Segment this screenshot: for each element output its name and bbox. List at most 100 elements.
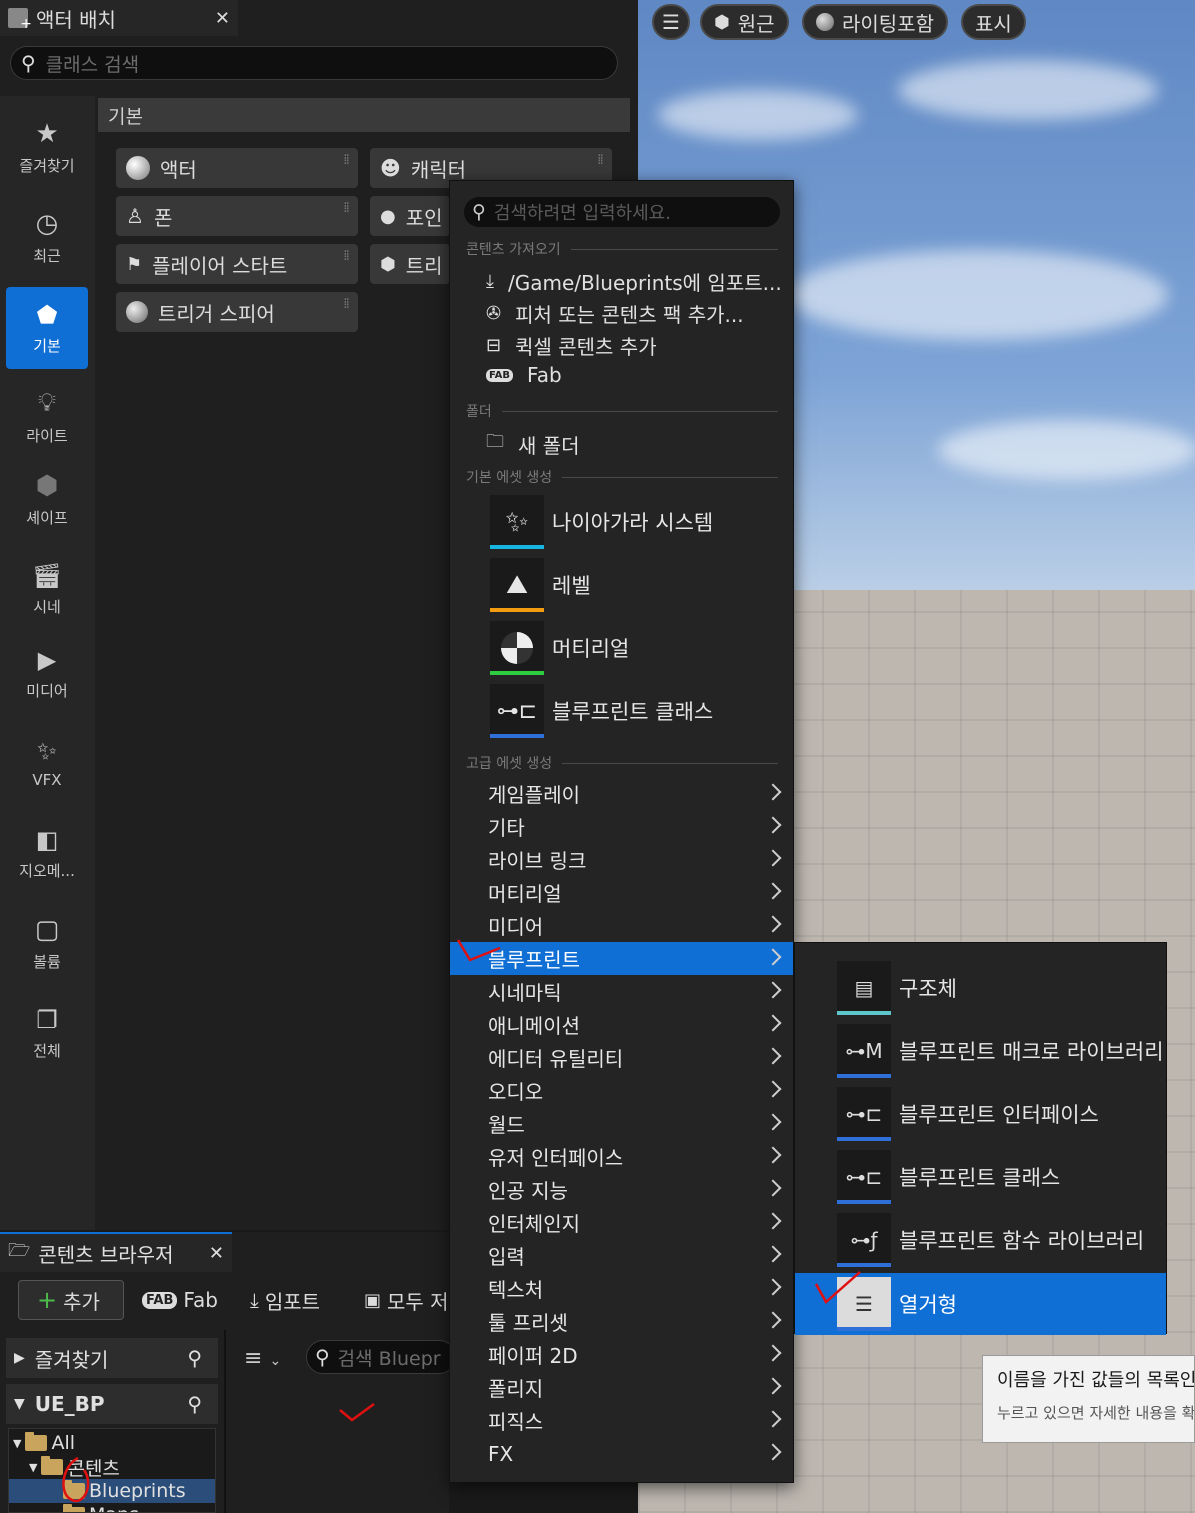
advanced-category-item[interactable]: 블루프린트	[450, 942, 793, 975]
advanced-category-item[interactable]: 유저 인터페이스	[450, 1140, 793, 1173]
close-icon[interactable]: ✕	[209, 1243, 224, 1264]
advanced-category-item[interactable]: 텍스처	[450, 1272, 793, 1305]
actor-item-trigger-sphere[interactable]: 트리거 스피어 ⁞⁞	[116, 292, 358, 332]
advanced-category-item[interactable]: 게임플레이	[450, 777, 793, 810]
advanced-category-item[interactable]: 폴리지	[450, 1371, 793, 1404]
import-label: 임포트	[264, 1289, 321, 1314]
submenu-item[interactable]: ▤ 구조체	[795, 957, 1166, 1019]
advanced-category-item[interactable]: FX	[450, 1437, 793, 1470]
tree-row-all[interactable]: ▼ All	[13, 1431, 75, 1455]
nav-cinematic[interactable]: 🎬︎ 시네	[6, 548, 88, 630]
menu-item-label: 에디터 유틸리티	[488, 1047, 624, 1071]
lit-button[interactable]: 라이팅포함	[802, 4, 948, 40]
menu-item-blueprint-class[interactable]: ⊶⊏ 블루프린트 클래스	[490, 682, 713, 740]
nav-all[interactable]: ❐ 전체	[6, 992, 88, 1074]
nav-favorites[interactable]: ★ 즐겨찾기	[6, 106, 88, 188]
menu-item-quixel[interactable]: ⊟ 퀵셀 콘텐츠 추가	[486, 331, 657, 360]
advanced-category-item[interactable]: 머티리얼	[450, 876, 793, 909]
advanced-category-item[interactable]: 라이브 링크	[450, 843, 793, 876]
search-icon[interactable]: ⚲	[187, 1392, 202, 1416]
advanced-category-item[interactable]: 기타	[450, 810, 793, 843]
shapes-icon: ⬟	[36, 300, 58, 329]
sphere-icon	[126, 156, 150, 180]
chevron-right-icon	[764, 981, 782, 999]
viewport-menu-button[interactable]: ☰	[652, 4, 690, 40]
tree-row-content[interactable]: ▼ 콘텐츠	[29, 1455, 120, 1480]
asset-search-input[interactable]: ⚲ 검색 Bluepr	[306, 1340, 456, 1374]
advanced-category-item[interactable]: 오디오	[450, 1074, 793, 1107]
close-icon[interactable]: ✕	[215, 8, 230, 29]
menu-item-label: 블루프린트 클래스	[552, 700, 714, 724]
menu-item-fab[interactable]: FAB Fab	[486, 363, 562, 387]
nav-recent[interactable]: ◷ 최근	[6, 196, 88, 278]
save-all-button[interactable]: ▣ 모두 저	[364, 1280, 449, 1320]
menu-item-material[interactable]: 머티리얼	[490, 619, 629, 677]
nav-geometry[interactable]: ◧ 지오메...	[6, 812, 88, 894]
perspective-button[interactable]: ⬢ 원근	[700, 4, 789, 40]
menu-item-label: 유저 인터페이스	[488, 1146, 624, 1170]
advanced-category-item[interactable]: 월드	[450, 1107, 793, 1140]
content-browser-tab[interactable]: 🗁︎ 콘텐츠 브라우저 ✕	[0, 1232, 232, 1272]
actor-item-pawn[interactable]: ♙ 폰 ⁞⁞	[116, 196, 358, 236]
quixel-icon: ⊟	[486, 335, 502, 356]
submenu-item[interactable]: ⊶M 블루프린트 매크로 라이브러리	[795, 1020, 1166, 1082]
nav-volumes[interactable]: ▢ 볼륨	[6, 902, 88, 984]
drag-handle-icon[interactable]: ⁞⁞	[343, 153, 350, 167]
tree-row-maps[interactable]: Maps	[63, 1503, 139, 1512]
actor-label: 폰	[153, 205, 173, 230]
place-actors-tab[interactable]: + 액터 배치 ✕	[0, 0, 238, 36]
tooltip-hint: 누르고 있으면 자세한 내용을 확	[997, 1404, 1195, 1422]
menu-item-label: 게임플레이	[488, 783, 580, 807]
advanced-category-item[interactable]: 시네마틱	[450, 975, 793, 1008]
drag-handle-icon[interactable]: ⁞⁞	[343, 201, 350, 215]
advanced-category-item[interactable]: 인터체인지	[450, 1206, 793, 1239]
menu-item-label: 시네마틱	[488, 981, 562, 1005]
class-search-input[interactable]: ⚲ 클래스 검색	[10, 46, 618, 80]
actor-item-actor[interactable]: 액터 ⁞⁞	[116, 148, 358, 188]
nav-label: 미디어	[26, 681, 68, 700]
menu-item-label: 블루프린트	[488, 948, 580, 972]
menu-item-new-folder[interactable]: 🗀︎ 새 폴더	[486, 429, 580, 459]
menu-item-add-feature-pack[interactable]: ✇ 피처 또는 콘텐츠 팩 추가...	[486, 299, 744, 328]
favorites-section[interactable]: ▶ 즐겨찾기 ⚲	[6, 1338, 218, 1378]
nav-media[interactable]: ▶ 미디어	[6, 632, 88, 714]
advanced-category-item[interactable]: 인공 지능	[450, 1173, 793, 1206]
advanced-category-item[interactable]: 미디어	[450, 909, 793, 942]
show-button[interactable]: 표시	[961, 4, 1026, 40]
chevron-right-icon	[764, 915, 782, 933]
submenu-item[interactable]: ⊶⊏ 블루프린트 인터페이스	[795, 1083, 1166, 1145]
submenu-item[interactable]: ⊶⊏ 블루프린트 클래스	[795, 1146, 1166, 1208]
drag-handle-icon[interactable]: ⁞⁞	[597, 153, 604, 167]
submenu-item[interactable]: ☰ 열거형	[795, 1273, 1166, 1335]
import-button[interactable]: ⤓ 임포트	[250, 1280, 320, 1320]
advanced-category-item[interactable]: 에디터 유틸리티	[450, 1041, 793, 1074]
actor-item-trigger-box[interactable]: ⬢ 트리	[370, 244, 450, 284]
drag-handle-icon[interactable]: ⁞⁞	[343, 249, 350, 263]
nav-lights[interactable]: 💡︎ 라이트	[6, 376, 88, 458]
filter-button[interactable]: ≡ ⌄	[244, 1346, 281, 1371]
menu-item-niagara-system[interactable]: ✨︎ 나이아가라 시스템	[490, 493, 713, 551]
actor-item-point-light[interactable]: ● 포인	[370, 196, 450, 236]
add-button[interactable]: + 추가	[18, 1280, 124, 1320]
project-section[interactable]: ▼ UE_BP ⚲	[6, 1384, 218, 1424]
submenu-item[interactable]: ⊶ƒ 블루프린트 함수 라이브러리	[795, 1209, 1166, 1271]
nav-basic[interactable]: ⬟ 기본	[6, 287, 88, 369]
chevron-down-icon: ⌄	[269, 1353, 282, 1369]
advanced-category-item[interactable]: 툴 프리셋	[450, 1305, 793, 1338]
search-icon[interactable]: ⚲	[187, 1346, 202, 1370]
advanced-category-item[interactable]: 애니메이션	[450, 1008, 793, 1041]
advanced-category-item[interactable]: 피직스	[450, 1404, 793, 1437]
menu-item-level[interactable]: ⛰︎ 레벨	[490, 556, 591, 614]
menu-search-input[interactable]: ⚲ 검색하려면 입력하세요.	[464, 197, 780, 227]
tooltip-title: 이름을 가진 값들의 목록인	[997, 1370, 1195, 1391]
advanced-category-item[interactable]: 페이퍼 2D	[450, 1338, 793, 1371]
actor-item-player-start[interactable]: ⚑ 플레이어 스타트 ⁞⁞	[116, 244, 358, 284]
drag-handle-icon[interactable]: ⁞⁞	[343, 297, 350, 311]
menu-item-import[interactable]: ⤓ /Game/Blueprints에 임포트...	[486, 267, 782, 296]
nav-shapes[interactable]: ⬢ 셰이프	[6, 458, 88, 540]
tree-row-blueprints[interactable]: Blueprints	[9, 1479, 215, 1503]
advanced-category-item[interactable]: 입력	[450, 1239, 793, 1272]
nav-vfx[interactable]: ✨︎ VFX	[6, 722, 88, 804]
section-label: 기본 에셋 생성	[466, 470, 553, 486]
fab-button[interactable]: FAB Fab	[142, 1280, 218, 1320]
